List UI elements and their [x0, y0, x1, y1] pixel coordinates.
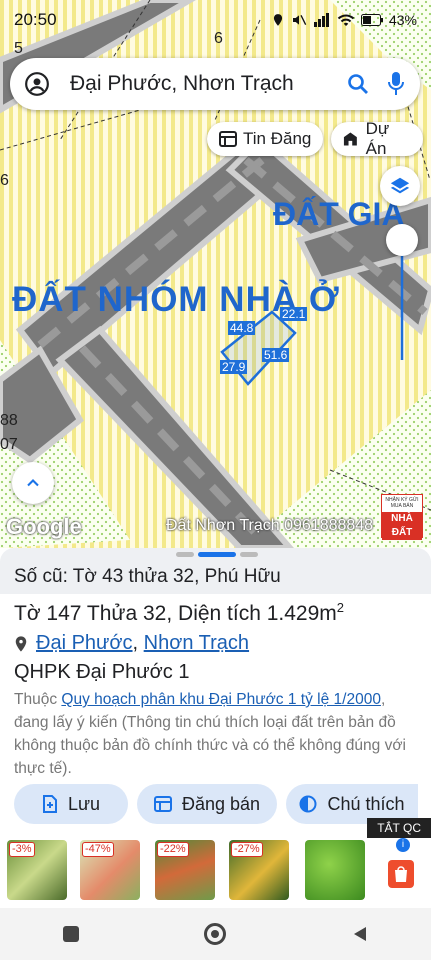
- chevron-up-icon: [27, 479, 39, 487]
- google-logo: Google: [6, 514, 82, 539]
- edge-length-left: 27.9: [220, 360, 248, 374]
- wifi-icon: [337, 14, 355, 26]
- ward-link[interactable]: Đại Phước: [36, 632, 133, 654]
- ad-info-icon[interactable]: i: [396, 838, 410, 852]
- close-ads-button[interactable]: TẮT QC: [367, 818, 431, 838]
- map-number-label: 07: [0, 436, 18, 453]
- discount-badge: -22%: [157, 842, 189, 857]
- building-icon: [343, 132, 357, 146]
- planning-link[interactable]: Quy hoạch phân khu Đại Phước 1 tỷ lệ 1/2…: [61, 691, 381, 708]
- slider-knob[interactable]: [386, 224, 418, 256]
- ad-item[interactable]: -47%: [80, 840, 140, 900]
- listings-chip[interactable]: Tin Đăng: [207, 122, 324, 156]
- note-prefix: Thuộc: [14, 691, 62, 708]
- clock: 20:50: [14, 10, 57, 29]
- battery-level: 43%: [388, 12, 417, 28]
- realestate-badge[interactable]: NHẬN KÝ GỬI MUA BÁN NHÀ ĐẤT: [381, 494, 423, 540]
- edge-length-right-top: 22.1: [280, 307, 308, 321]
- projects-chip-label: Dự Án: [365, 119, 390, 158]
- shopee-logo[interactable]: [388, 860, 414, 888]
- district-link[interactable]: Nhơn Trạch: [144, 632, 249, 654]
- pin-icon: [15, 635, 27, 652]
- microphone-icon[interactable]: [386, 71, 406, 97]
- map-watermark: Đất Nhơn Trạch 0961888848: [166, 517, 374, 534]
- listing-icon: [219, 131, 237, 147]
- sheet-handle[interactable]: [176, 552, 258, 557]
- comma: ,: [132, 632, 139, 654]
- back-icon[interactable]: [351, 925, 369, 943]
- badge-big-text: NHÀ ĐẤT: [382, 512, 422, 540]
- save-button[interactable]: Lưu: [14, 784, 128, 824]
- ad-item[interactable]: -3%: [7, 840, 67, 900]
- home-button[interactable]: [203, 923, 226, 945]
- layers-icon: [390, 177, 410, 194]
- zone-label-right: ĐẤT GIÁ: [273, 196, 405, 232]
- status-bar: 20:50 43%: [0, 0, 431, 40]
- planning-note: Thuộc Quy hoạch phân khu Đại Phước 1 tỷ …: [0, 684, 431, 780]
- listing-icon: [153, 796, 172, 812]
- discount-badge: -3%: [9, 842, 35, 857]
- listings-chip-label: Tin Đăng: [243, 129, 312, 148]
- layers-button[interactable]: [380, 166, 420, 206]
- ad-item[interactable]: [305, 840, 365, 900]
- ad-strip: -3% -47% -22% -27% i: [0, 836, 431, 908]
- map-number-label: 6: [0, 172, 9, 189]
- map-number-label: 88: [0, 412, 18, 429]
- expand-up-button[interactable]: [12, 462, 54, 504]
- search-bar[interactable]: Đại Phước, Nhơn Trạch: [10, 58, 420, 110]
- mute-icon: [292, 15, 307, 25]
- search-icon[interactable]: [346, 72, 370, 96]
- signal-icon: [313, 13, 329, 27]
- legend-label: Chú thích: [327, 793, 405, 814]
- projects-chip[interactable]: Dự Án: [331, 119, 423, 158]
- ad-item[interactable]: -22%: [155, 840, 215, 900]
- edge-length-right: 51.6: [262, 348, 290, 362]
- location-icon: [273, 14, 283, 26]
- discount-badge: -47%: [82, 842, 114, 857]
- post-for-sale-button[interactable]: Đăng bán: [137, 784, 277, 824]
- location-line: Đại Phước, Nhơn Trạch: [0, 626, 431, 655]
- parcel-text: Tờ 147 Thửa 32, Diện tích 1.429m: [14, 602, 337, 625]
- zone-name: QHPK Đại Phước 1: [14, 661, 190, 683]
- save-label: Lưu: [67, 793, 101, 814]
- edge-length-top: 44.8: [228, 321, 256, 335]
- badge-small-text: NHẬN KÝ GỬI MUA BÁN: [385, 497, 419, 509]
- parcel-title: Tờ 147 Thửa 32, Diện tích 1.429m2: [0, 594, 431, 626]
- account-icon[interactable]: [24, 71, 50, 97]
- contrast-icon: [299, 795, 317, 813]
- system-nav-bar: [0, 908, 431, 960]
- recents-button[interactable]: [62, 926, 79, 942]
- parcel-info-sheet: Số cũ: Tờ 43 thửa 32, Phú Hữu Tờ 147 Thử…: [0, 548, 431, 908]
- add-note-icon: [42, 795, 57, 813]
- shopee-bag-icon: [395, 866, 407, 882]
- discount-badge: -27%: [231, 842, 263, 857]
- search-query[interactable]: Đại Phước, Nhơn Trạch: [70, 72, 346, 96]
- map-number-label: 5: [14, 40, 23, 57]
- ad-item[interactable]: -27%: [229, 840, 289, 900]
- post-label: Đăng bán: [181, 793, 261, 814]
- battery-icon: [360, 14, 383, 26]
- action-buttons: Lưu Đăng bán Chú thích: [14, 784, 418, 824]
- area-unit-sup: 2: [336, 600, 345, 615]
